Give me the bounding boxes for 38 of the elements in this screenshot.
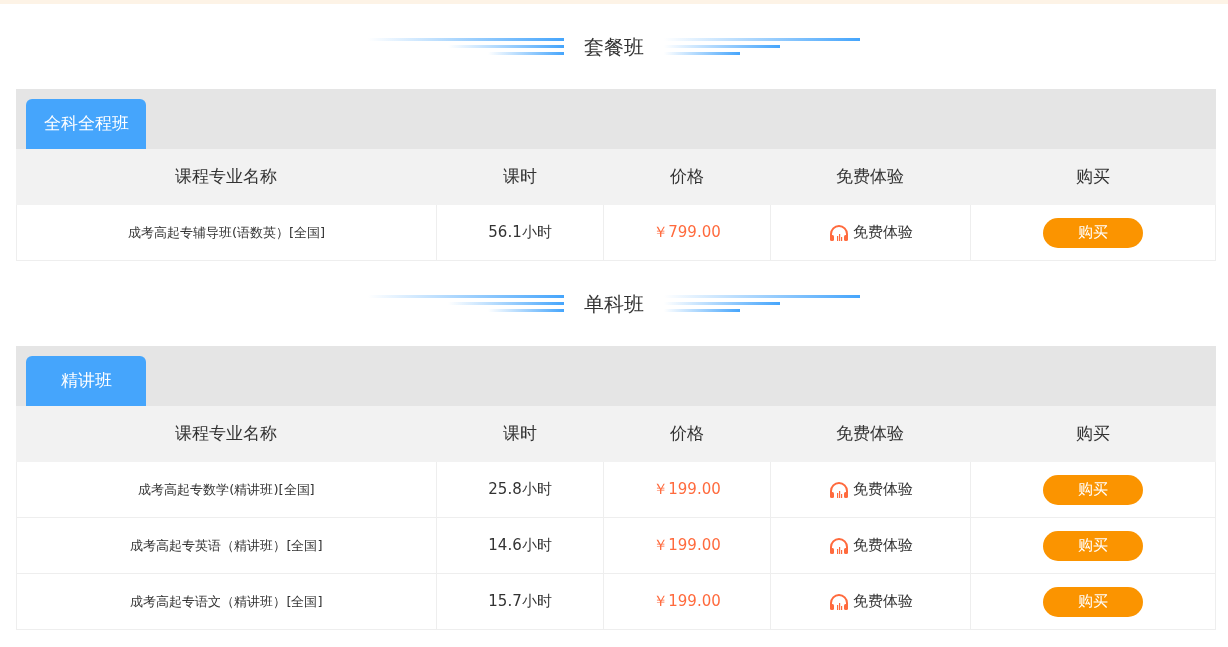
buy-button[interactable]: 购买 (1043, 217, 1143, 248)
headphones-icon (828, 223, 849, 242)
free-trial-link[interactable]: 免费体验 (852, 221, 913, 244)
free-trial-link[interactable]: 免费体验 (852, 478, 913, 501)
column-header: 免费体验 (836, 422, 904, 446)
table-cell: ￥199.00 (604, 574, 771, 629)
section-heading: 单科班 (584, 290, 644, 318)
column-header: 价格 (669, 422, 704, 446)
column-header: 课程专业名称 (175, 165, 277, 189)
table-cell: ￥199.00 (604, 462, 771, 517)
table-cell: 56.1小时 (437, 205, 604, 260)
column-header: 课时 (502, 165, 537, 189)
table-cell: ￥799.00 (604, 205, 771, 260)
headphones-icon (828, 536, 849, 555)
free-trial-link[interactable]: 免费体验 (852, 590, 913, 613)
column-header: 课程专业名称 (175, 422, 277, 446)
table-cell: 15.7小时 (437, 574, 604, 629)
column-header: 购买 (1076, 165, 1110, 189)
category-tab[interactable]: 全科全程班 (26, 99, 146, 149)
buy-button[interactable]: 购买 (1043, 530, 1143, 561)
headphones-icon (828, 592, 849, 611)
table-cell: ￥199.00 (604, 518, 771, 573)
table-cell: 25.8小时 (437, 462, 604, 517)
table-cell: 成考高起专英语（精讲班）[全国] (17, 518, 437, 573)
table-cell: 14.6小时 (437, 518, 604, 573)
column-header: 购买 (1076, 422, 1110, 446)
column-header: 免费体验 (836, 165, 904, 189)
buy-button[interactable]: 购买 (1043, 586, 1143, 617)
category-tab[interactable]: 精讲班 (26, 356, 146, 406)
free-trial-link[interactable]: 免费体验 (852, 534, 913, 557)
buy-button[interactable]: 购买 (1043, 474, 1143, 505)
section-heading: 套餐班 (584, 33, 644, 61)
column-header: 课时 (502, 422, 537, 446)
table-cell: 成考高起专辅导班(语数英）[全国] (17, 205, 437, 260)
table-cell: 成考高起专数学(精讲班)[全国] (17, 462, 437, 517)
headphones-icon (828, 480, 849, 499)
column-header: 价格 (669, 165, 704, 189)
table-cell: 成考高起专语文（精讲班）[全国] (17, 574, 437, 629)
